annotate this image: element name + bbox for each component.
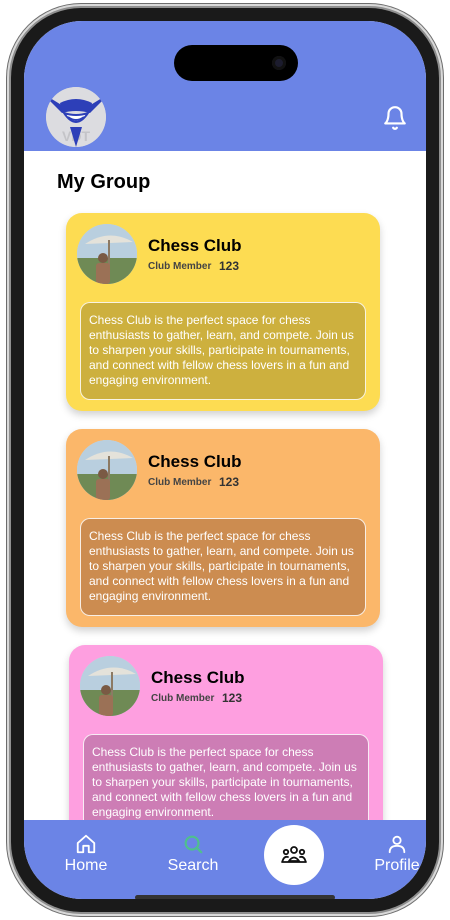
club-description: Chess Club is the perfect space for ches… (83, 734, 369, 832)
bell-icon[interactable] (382, 105, 408, 131)
member-count: 123 (219, 475, 240, 489)
club-name: Chess Club (148, 236, 242, 255)
group-card[interactable]: Chess Club Club Member 123 Chess Club is… (69, 645, 383, 843)
club-name: Chess Club (148, 452, 242, 471)
nav-profile[interactable]: Profile (362, 833, 426, 875)
bottom-nav: Home Search Profile (24, 820, 426, 899)
member-count: 123 (222, 691, 243, 705)
club-avatar (80, 656, 140, 716)
nav-profile-label: Profile (374, 857, 420, 874)
nav-search-label: Search (167, 857, 219, 874)
home-indicator (135, 895, 335, 899)
member-count: 123 (219, 259, 240, 273)
home-icon (76, 834, 96, 854)
group-icon (281, 846, 307, 863)
dynamic-island (174, 45, 298, 81)
nav-home-label: Home (64, 857, 108, 874)
club-description: Chess Club is the perfect space for ches… (80, 518, 366, 616)
club-name: Chess Club (151, 668, 245, 687)
club-description: Chess Club is the perfect space for ches… (80, 302, 366, 400)
club-avatar (77, 224, 137, 284)
group-card[interactable]: Chess Club Club Member 123 Chess Club is… (66, 429, 380, 627)
phone-frame: VDT My Group (11, 8, 439, 912)
search-icon (184, 835, 203, 854)
group-card[interactable]: Chess Club Club Member 123 Chess Club is… (66, 213, 380, 411)
member-label: Club Member (148, 261, 212, 272)
app-screen: VDT My Group (24, 21, 426, 899)
nav-groups-button[interactable] (264, 825, 324, 885)
member-label: Club Member (148, 477, 212, 488)
ninja-logo-icon[interactable]: VDT (46, 87, 106, 147)
nav-home[interactable]: Home (51, 833, 121, 875)
member-label: Club Member (151, 693, 215, 704)
app-header: VDT (24, 21, 426, 151)
club-avatar (77, 440, 137, 500)
profile-icon (388, 835, 406, 854)
page-title: My Group (57, 171, 151, 193)
nav-search[interactable]: Search (158, 833, 228, 875)
